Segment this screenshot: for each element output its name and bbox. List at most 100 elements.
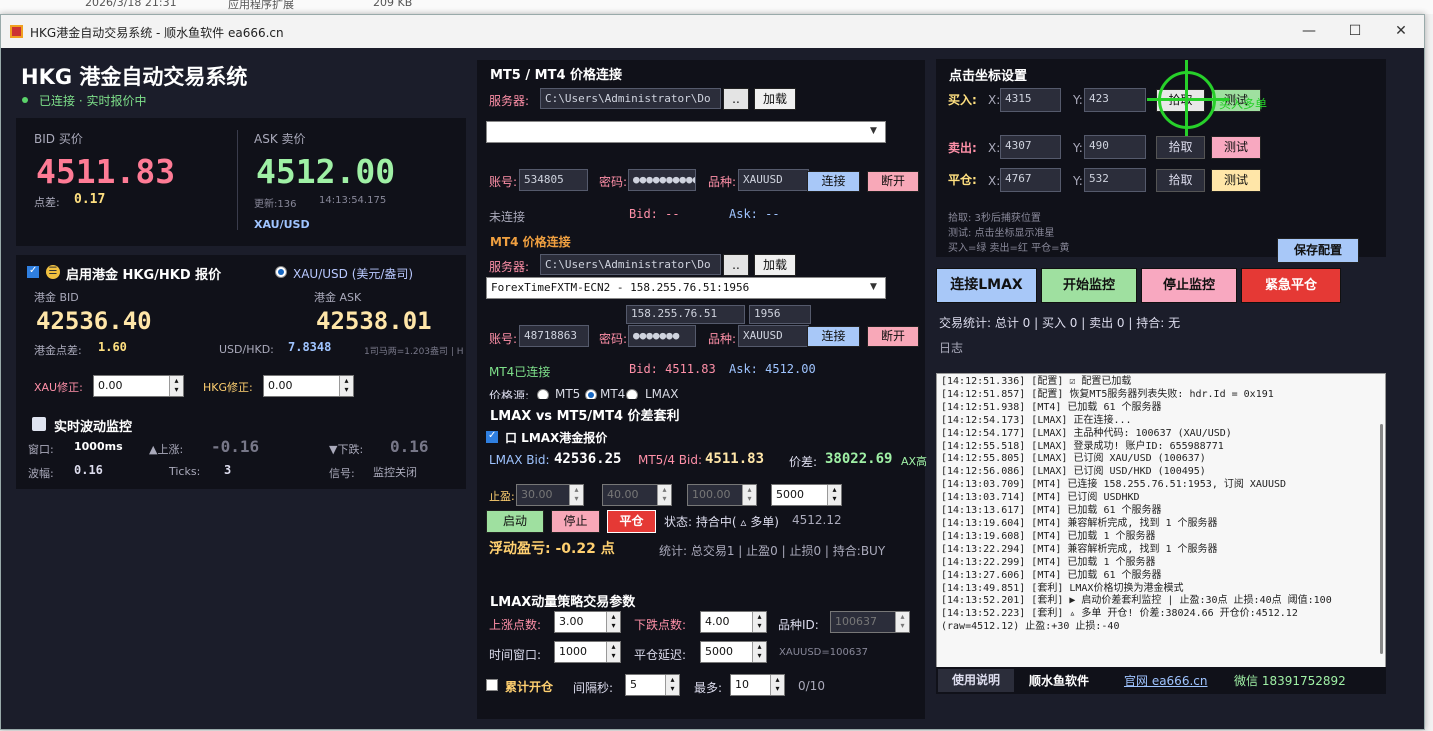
help-button[interactable]: 使用说明 (938, 669, 1014, 692)
mt5-title: MT5 / MT4 价格连接 (490, 68, 623, 83)
mt4-server-select[interactable]: ForexTimeFXTM-ECN2 - 158.255.76.51:1956 (486, 277, 886, 299)
mt4-symbol-input[interactable]: XAUUSD (738, 325, 809, 347)
hkg-adjust-input[interactable]: 0.00 (263, 375, 354, 397)
chevron-down-icon: ▼ (870, 282, 877, 292)
lmax-hkg-checkbox[interactable] (486, 430, 498, 443)
stop-monitor-button[interactable]: 停止监控 (1141, 268, 1237, 303)
connect-lmax-button[interactable]: 连接LMAX (936, 268, 1037, 303)
background-file-row: 2026/3/18 21:31 应用程序扩展 209 KB (0, 0, 1433, 14)
lmax-bid-label: LMAX Bid: (489, 453, 550, 467)
help-test: 测试: 点击坐标显示准星 (948, 228, 1055, 239)
app-title: HKG 港金自动交易系统 (21, 65, 248, 89)
emergency-close-button[interactable]: 紧急平仓 (1241, 268, 1341, 303)
mt5-bid: Bid: -- (629, 207, 680, 221)
symbol-id-note: XAUUSD=100637 (779, 647, 868, 658)
mt5-connect-button[interactable]: 连接 (807, 171, 860, 192)
arb-start-button[interactable]: 启动 (486, 510, 544, 533)
sell-pick-button[interactable]: 拾取 (1156, 136, 1205, 159)
mt5-server-path[interactable]: C:\Users\Administrator\Do (540, 88, 721, 109)
close-test-button[interactable]: 测试 (1211, 169, 1261, 192)
mt4-ip-input[interactable]: 158.255.76.51 (626, 305, 745, 324)
log-line: [14:13:13.617] [MT4] 已加载 61 个服务器 (941, 505, 1162, 517)
log-box[interactable]: [14:12:51.336] [配置] ☑ 配置已加载 [14:12:51.857… (936, 373, 1386, 673)
mt4-browse-button[interactable]: .. (723, 254, 749, 276)
interval-label: 间隔秒: (573, 681, 614, 695)
app-window: HKG港金自动交易系统 - 顺水鱼软件 ea666.cn — ☐ ✕ HKG 港… (0, 14, 1425, 730)
sell-test-button[interactable]: 测试 (1211, 136, 1261, 159)
tp-input[interactable]: 30.00 (516, 484, 584, 506)
buy-x-input[interactable]: 4315 (1000, 88, 1061, 112)
mt5-password-input[interactable]: ●●●●●●●●●●● (628, 169, 696, 191)
mt4-password-input[interactable]: ●●●●●●● (628, 325, 696, 347)
mt4-disconnect-button[interactable]: 断开 (867, 326, 919, 347)
log-line: [14:13:19.608] [MT4] 已加载 1 个服务器 (941, 530, 1156, 542)
close-x-input[interactable]: 4767 (1000, 168, 1061, 192)
mt4-account-input[interactable]: 48718863 (519, 325, 589, 347)
window-label: 窗口: (28, 443, 54, 456)
arb-close-button[interactable]: 平仓 (607, 510, 656, 533)
app-icon (10, 25, 23, 38)
mt4-connect-button[interactable]: 连接 (807, 326, 860, 347)
quantity-input[interactable]: 5000 (771, 484, 842, 506)
lmax-hkg-label: 口 LMAX港金报价 (505, 431, 608, 445)
hkg-panel: ☰ 启用港金 HKG/HKD 报价 XAU/USD (美元/盎司) 港金 BID… (16, 255, 466, 411)
mt5-password-label: 密码: (599, 175, 628, 189)
maximize-button[interactable]: ☐ (1332, 15, 1378, 48)
mt-bid-label: MT5/4 Bid: (638, 453, 703, 467)
close-y-input[interactable]: 532 (1084, 168, 1146, 192)
arb-stop-button[interactable]: 停止 (551, 510, 600, 533)
time-window-input[interactable]: 1000 (554, 641, 621, 663)
minimize-button[interactable]: — (1286, 15, 1332, 48)
buy-y-input[interactable]: 423 (1084, 88, 1146, 112)
log-line: [14:12:54.173] [LMAX] 正在连接... (941, 414, 1132, 426)
mt5-server-select[interactable] (486, 121, 886, 143)
log-line: [14:12:51.336] [配置] ☑ 配置已加载 (941, 376, 1132, 387)
down-points-input[interactable]: 4.00 (700, 611, 767, 633)
close-button[interactable]: ✕ (1378, 15, 1424, 48)
xau-usd-radio[interactable] (275, 266, 287, 278)
close-delay-input[interactable]: 5000 (700, 641, 767, 663)
buy-coord-label: 买入: (948, 93, 977, 107)
floating-pnl: 浮动盈亏: -0.22 点 (489, 541, 615, 557)
mt4-ask: Ask: 4512.00 (729, 362, 816, 376)
website-link[interactable]: 官网 ea666.cn (1124, 672, 1207, 689)
sell-x-input[interactable]: 4307 (1000, 135, 1061, 159)
up-points-label: 上涨点数: (489, 618, 542, 632)
log-line: [14:12:51.857] [配置] 恢复MT5服务器列表失败: hdr.Id… (941, 388, 1274, 400)
title-bar[interactable]: HKG港金自动交易系统 - 顺水鱼软件 ea666.cn — ☐ ✕ (1, 15, 1424, 48)
mt5-browse-button[interactable]: .. (723, 88, 749, 110)
signal-value: 监控关闭 (373, 466, 417, 479)
save-config-button[interactable]: 保存配置 (1277, 238, 1359, 263)
sell-y-input[interactable]: 490 (1084, 135, 1146, 159)
mt5-disconnect-button[interactable]: 断开 (867, 171, 919, 192)
mt5-status: 未连接 (489, 210, 526, 224)
start-monitor-button[interactable]: 开始监控 (1041, 268, 1137, 303)
max-input[interactable]: 10 (730, 674, 785, 696)
mt5-load-button[interactable]: 加载 (754, 88, 796, 110)
threshold-input[interactable]: 100.00 (687, 484, 757, 506)
up-points-input[interactable]: 3.00 (554, 611, 621, 633)
sl-input[interactable]: 40.00 (602, 484, 672, 506)
hkg-bid-label: 港金 BID (34, 291, 79, 304)
close-x-label: X: (988, 174, 1001, 188)
interval-input[interactable]: 5 (625, 674, 680, 696)
arbitrage-title: LMAX vs MT5/MT4 价差套利 (490, 409, 680, 424)
strategy-title: LMAX动量策略交易参数 (490, 595, 636, 610)
amplitude-label: 波幅: (28, 467, 54, 480)
xau-adjust-input[interactable]: 0.00 (93, 375, 184, 397)
mt4-server-label: 服务器: (489, 260, 530, 274)
buy-y-label: Y: (1073, 93, 1083, 107)
accumulate-checkbox[interactable] (486, 679, 498, 691)
enable-hkg-checkbox[interactable] (27, 265, 39, 278)
mt4-port-input[interactable]: 1956 (749, 305, 811, 324)
mt5-symbol-input[interactable]: XAUUSD (738, 169, 809, 191)
close-pick-button[interactable]: 拾取 (1156, 169, 1205, 192)
mt5-symbol-label: 品种: (708, 175, 737, 189)
mt4-load-button[interactable]: 加载 (754, 254, 796, 276)
mt5-account-input[interactable]: 534805 (519, 169, 588, 191)
symbol-id-input[interactable]: 100637 (830, 611, 910, 633)
log-scrollbar[interactable] (1380, 424, 1383, 654)
down-points-label: 下跌点数: (634, 618, 687, 632)
ax-high-label: AX高 (901, 455, 928, 468)
mt4-server-path[interactable]: C:\Users\Administrator\Do (540, 254, 721, 275)
